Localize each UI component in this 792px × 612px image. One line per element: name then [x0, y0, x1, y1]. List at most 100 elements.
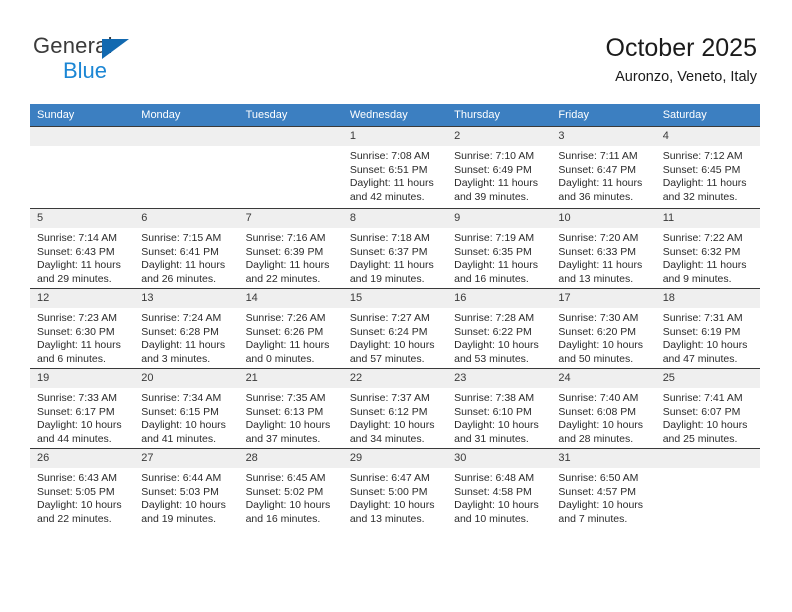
calendar-body: 1 Sunrise: 7:08 AM Sunset: 6:51 PM Daylight…	[30, 126, 760, 530]
daylight-line-2: and 16 minutes.	[245, 512, 321, 525]
calendar-week-row: 12 Sunrise: 7:23 AM Sunset: 6:30 PM Dayligh…	[30, 288, 760, 369]
daylight-line-2: and 37 minutes.	[245, 432, 321, 445]
day-detail: Sunrise: 7:41 AM Sunset: 6:07 PM Daylight:…	[656, 388, 760, 446]
calendar-cell-empty	[30, 126, 135, 209]
calendar-day-cell[interactable]: 14 Sunrise: 7:26 AM Sunset: 6:26 PM Dayligh…	[238, 288, 343, 369]
calendar-day-cell[interactable]: 10 Sunrise: 7:20 AM Sunset: 6:33 PM Dayligh…	[551, 208, 656, 289]
calendar-day-cell[interactable]: 2 Sunrise: 7:10 AM Sunset: 6:49 PM Daylight…	[447, 126, 552, 209]
calendar-day-cell[interactable]: 29 Sunrise: 6:47 AM Sunset: 5:00 PM Dayligh…	[342, 448, 448, 530]
sunset-line: Sunset: 6:17 PM	[37, 405, 115, 418]
calendar-cell-empty	[238, 126, 343, 209]
day-detail-empty	[134, 146, 238, 208]
sunrise-line: Sunrise: 6:47 AM	[349, 472, 430, 484]
daylight-line-1: Daylight: 10 hours	[349, 499, 435, 512]
day-detail-empty	[30, 146, 134, 208]
daylight-line-1: Daylight: 10 hours	[141, 499, 226, 512]
day-detail: Sunrise: 7:31 AM Sunset: 6:19 PM Daylight:…	[656, 308, 760, 366]
calendar-day-cell[interactable]: 31 Sunrise: 6:50 AM Sunset: 4:57 PM Dayligh…	[551, 448, 656, 530]
daylight-line-2: and 36 minutes.	[558, 190, 634, 203]
daylight-line-2: and 13 minutes.	[349, 512, 425, 525]
sunset-line: Sunset: 5:05 PM	[37, 485, 115, 498]
calendar-day-cell[interactable]: 25 Sunrise: 7:41 AM Sunset: 6:07 PM Dayligh…	[655, 368, 760, 449]
calendar-day-cell[interactable]: 16 Sunrise: 7:28 AM Sunset: 6:22 PM Dayligh…	[447, 288, 552, 369]
calendar-page: General Blue October 2025 Auronzo, Venet…	[0, 0, 792, 612]
weekday-header-monday: Monday	[134, 104, 239, 127]
calendar-day-cell[interactable]: 13 Sunrise: 7:24 AM Sunset: 6:28 PM Dayligh…	[134, 288, 239, 369]
sunset-line: Sunset: 6:26 PM	[245, 325, 324, 338]
calendar-day-cell[interactable]: 4 Sunrise: 7:12 AM Sunset: 6:45 PM Daylight…	[655, 126, 760, 209]
day-number: 22	[342, 369, 448, 388]
daylight-line-2: and 53 minutes.	[454, 352, 529, 365]
sunset-line: Sunset: 6:49 PM	[454, 163, 532, 176]
day-detail: Sunrise: 7:10 AM Sunset: 6:49 PM Daylight:…	[447, 146, 551, 204]
calendar-day-cell[interactable]: 12 Sunrise: 7:23 AM Sunset: 6:30 PM Dayligh…	[30, 288, 135, 369]
sunset-line: Sunset: 6:22 PM	[454, 325, 532, 338]
calendar-day-cell[interactable]: 1 Sunrise: 7:08 AM Sunset: 6:51 PM Daylight…	[342, 126, 448, 209]
sunrise-line: Sunrise: 6:50 AM	[558, 472, 639, 484]
calendar-day-cell[interactable]: 20 Sunrise: 7:34 AM Sunset: 6:15 PM Dayligh…	[134, 368, 239, 449]
daylight-line-1: Daylight: 10 hours	[37, 419, 122, 432]
daylight-line-2: and 0 minutes.	[245, 352, 315, 365]
calendar-week-row: 26 Sunrise: 6:43 AM Sunset: 5:05 PM Dayligh…	[30, 448, 760, 530]
sunset-line: Sunset: 6:45 PM	[662, 163, 741, 176]
calendar-day-cell[interactable]: 17 Sunrise: 7:30 AM Sunset: 6:20 PM Dayligh…	[551, 288, 656, 369]
sunrise-line: Sunrise: 7:10 AM	[454, 150, 535, 162]
generalblue-logo[interactable]: General Blue	[33, 33, 213, 87]
calendar-day-cell[interactable]: 24 Sunrise: 7:40 AM Sunset: 6:08 PM Dayligh…	[551, 368, 656, 449]
sunset-line: Sunset: 6:43 PM	[37, 245, 115, 258]
day-number: 27	[134, 449, 239, 468]
day-number: 4	[655, 127, 760, 146]
day-detail: Sunrise: 6:48 AM Sunset: 4:58 PM Daylight:…	[447, 468, 551, 526]
calendar-day-cell[interactable]: 23 Sunrise: 7:38 AM Sunset: 6:10 PM Dayligh…	[447, 368, 552, 449]
sunset-line: Sunset: 4:57 PM	[558, 485, 637, 498]
day-detail: Sunrise: 7:40 AM Sunset: 6:08 PM Daylight:…	[551, 388, 655, 446]
daylight-line-2: and 7 minutes.	[558, 512, 628, 525]
calendar-day-cell[interactable]: 21 Sunrise: 7:35 AM Sunset: 6:13 PM Dayligh…	[238, 368, 343, 449]
sunrise-line: Sunrise: 7:35 AM	[245, 392, 326, 404]
daylight-line-1: Daylight: 10 hours	[245, 419, 331, 432]
sunrise-line: Sunrise: 7:24 AM	[141, 312, 222, 324]
daylight-line-2: and 9 minutes.	[662, 272, 732, 285]
calendar-day-cell[interactable]: 5 Sunrise: 7:14 AM Sunset: 6:43 PM Daylight…	[30, 208, 135, 289]
sunrise-line: Sunrise: 7:33 AM	[37, 392, 117, 404]
daylight-line-1: Daylight: 10 hours	[662, 419, 748, 432]
calendar-day-cell[interactable]: 8 Sunrise: 7:18 AM Sunset: 6:37 PM Daylight…	[342, 208, 448, 289]
day-detail: Sunrise: 7:22 AM Sunset: 6:32 PM Daylight:…	[656, 228, 760, 286]
day-detail: Sunrise: 7:37 AM Sunset: 6:12 PM Daylight:…	[343, 388, 447, 446]
calendar-day-cell[interactable]: 30 Sunrise: 6:48 AM Sunset: 4:58 PM Dayligh…	[447, 448, 552, 530]
day-number	[30, 127, 135, 146]
calendar-day-cell[interactable]: 26 Sunrise: 6:43 AM Sunset: 5:05 PM Dayligh…	[30, 448, 135, 530]
sunrise-line: Sunrise: 7:12 AM	[662, 150, 743, 162]
daylight-line-1: Daylight: 10 hours	[349, 339, 435, 352]
sunrise-line: Sunrise: 7:11 AM	[558, 150, 638, 162]
calendar-cell-empty	[655, 448, 760, 530]
daylight-line-2: and 57 minutes.	[349, 352, 425, 365]
daylight-line-1: Daylight: 10 hours	[454, 419, 539, 432]
sunrise-line: Sunrise: 7:16 AM	[245, 232, 326, 244]
calendar-day-cell[interactable]: 18 Sunrise: 7:31 AM Sunset: 6:19 PM Dayligh…	[655, 288, 760, 369]
weekday-header-sunday: Sunday	[30, 104, 135, 127]
calendar-day-cell[interactable]: 7 Sunrise: 7:16 AM Sunset: 6:39 PM Daylight…	[238, 208, 343, 289]
calendar-day-cell[interactable]: 3 Sunrise: 7:11 AM Sunset: 6:47 PM Daylight…	[551, 126, 656, 209]
daylight-line-2: and 28 minutes.	[558, 432, 634, 445]
sunrise-line: Sunrise: 7:23 AM	[37, 312, 117, 324]
day-number: 15	[342, 289, 448, 308]
day-number: 21	[238, 369, 343, 388]
sunset-line: Sunset: 6:33 PM	[558, 245, 637, 258]
calendar-day-cell[interactable]: 27 Sunrise: 6:44 AM Sunset: 5:03 PM Dayligh…	[134, 448, 239, 530]
calendar-day-cell[interactable]: 11 Sunrise: 7:22 AM Sunset: 6:32 PM Dayligh…	[655, 208, 760, 289]
day-number: 25	[655, 369, 760, 388]
calendar-day-cell[interactable]: 28 Sunrise: 6:45 AM Sunset: 5:02 PM Dayligh…	[238, 448, 343, 530]
sunset-line: Sunset: 6:08 PM	[558, 405, 637, 418]
day-detail: Sunrise: 7:35 AM Sunset: 6:13 PM Daylight:…	[239, 388, 343, 446]
calendar-day-cell[interactable]: 6 Sunrise: 7:15 AM Sunset: 6:41 PM Daylight…	[134, 208, 239, 289]
weekday-header-row: Sunday Monday Tuesday Wednesday Thursday…	[30, 104, 760, 127]
sunset-line: Sunset: 6:47 PM	[558, 163, 637, 176]
calendar-day-cell[interactable]: 19 Sunrise: 7:33 AM Sunset: 6:17 PM Dayligh…	[30, 368, 135, 449]
calendar-day-cell[interactable]: 15 Sunrise: 7:27 AM Sunset: 6:24 PM Dayligh…	[342, 288, 448, 369]
day-number: 2	[447, 127, 552, 146]
daylight-line-2: and 50 minutes.	[558, 352, 634, 365]
calendar-day-cell[interactable]: 9 Sunrise: 7:19 AM Sunset: 6:35 PM Daylight…	[447, 208, 552, 289]
daylight-line-2: and 22 minutes.	[245, 272, 321, 285]
calendar-day-cell[interactable]: 22 Sunrise: 7:37 AM Sunset: 6:12 PM Dayligh…	[342, 368, 448, 449]
